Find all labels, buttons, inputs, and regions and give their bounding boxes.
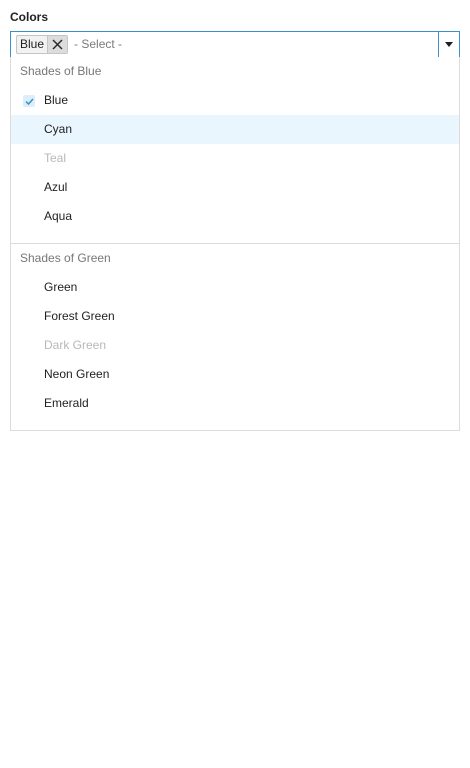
check-icon	[23, 95, 35, 107]
option-label: Aqua	[44, 209, 73, 223]
option-emerald[interactable]: Emerald	[11, 389, 459, 418]
caret-down-icon	[445, 42, 453, 47]
option-label: Cyan	[44, 122, 73, 136]
option-label: Dark Green	[44, 338, 107, 352]
search-input[interactable]: - Select -	[74, 32, 122, 57]
group-header-blue: Shades of Blue	[20, 64, 102, 78]
selection-area[interactable]: Blue - Select -	[11, 32, 439, 57]
option-cyan[interactable]: Cyan	[11, 115, 459, 144]
option-label: Emerald	[44, 396, 89, 410]
option-aqua[interactable]: Aqua	[11, 202, 459, 231]
dropdown-toggle-button[interactable]	[439, 32, 459, 57]
option-blue[interactable]: Blue	[11, 86, 459, 115]
option-green[interactable]: Green	[11, 273, 459, 302]
options-listbox[interactable]: Shades of Blue Blue Cyan Teal Azul Aqua …	[10, 57, 460, 431]
group-header-green: Shades of Green	[20, 251, 111, 265]
option-neon-green[interactable]: Neon Green	[11, 360, 459, 389]
option-teal: Teal	[11, 144, 459, 173]
field-label: Colors	[10, 10, 49, 24]
close-icon	[52, 39, 63, 50]
option-label: Azul	[44, 180, 68, 194]
option-azul[interactable]: Azul	[11, 173, 459, 202]
selected-chip-label: Blue	[20, 37, 45, 51]
option-label: Blue	[44, 93, 69, 107]
option-label: Forest Green	[44, 309, 115, 323]
selected-chip: Blue	[16, 35, 69, 54]
option-forest-green[interactable]: Forest Green	[11, 302, 459, 331]
option-label: Teal	[44, 151, 67, 165]
option-label: Neon Green	[44, 367, 110, 381]
option-label: Green	[44, 280, 78, 294]
colors-multiselect[interactable]: Blue - Select -	[10, 31, 460, 58]
remove-chip-button[interactable]	[47, 36, 68, 53]
option-dark-green: Dark Green	[11, 331, 459, 360]
